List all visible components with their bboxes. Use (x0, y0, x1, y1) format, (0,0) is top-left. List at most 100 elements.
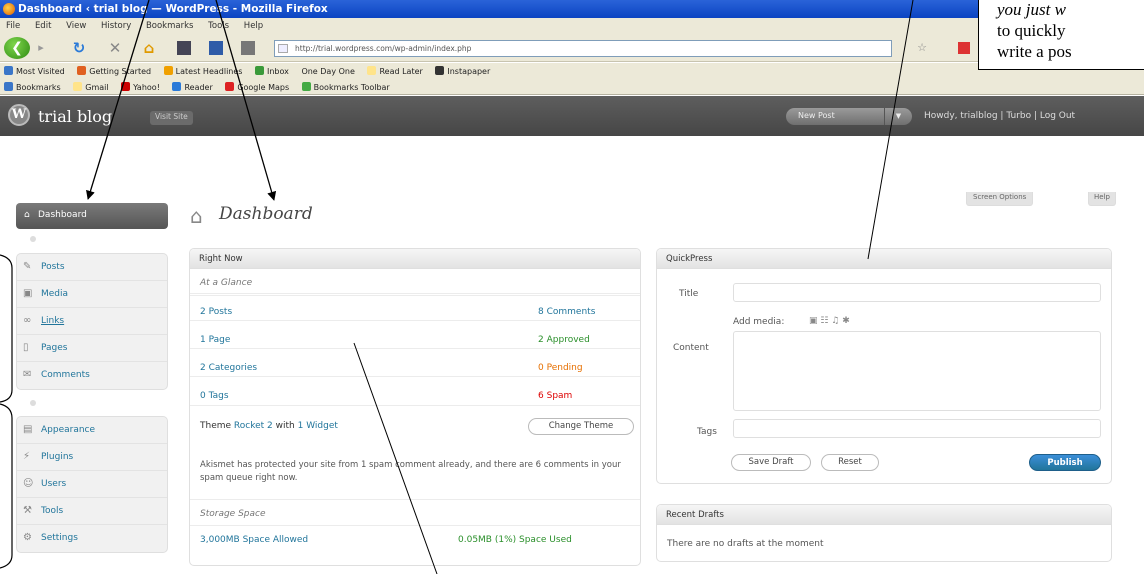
help-button[interactable]: Help (1088, 192, 1116, 206)
sidebar-item-pages[interactable]: ▯ Pages (17, 335, 167, 362)
new-post-button[interactable]: New Post ▼ (786, 108, 912, 125)
reset-button[interactable]: Reset (821, 454, 879, 471)
reload-icon[interactable]: ↻ (70, 37, 88, 59)
content-categories[interactable]: 2 Categories (200, 363, 257, 373)
firefox-icon (77, 66, 87, 75)
bookmark-item[interactable]: Yahoo! (121, 82, 160, 92)
bookmark-item[interactable]: Google Maps (225, 82, 289, 92)
storage-used[interactable]: 0.05MB (1%) Space Used (458, 535, 572, 545)
theme-info: Theme Rocket 2 with 1 Widget (200, 421, 338, 431)
user-links[interactable]: Howdy, trialblog | Turbo | Log Out (924, 111, 1075, 121)
content-posts[interactable]: 2 Posts (200, 307, 232, 317)
recent-drafts-title[interactable]: Recent Drafts (657, 505, 1111, 525)
discussion-pending[interactable]: 0 Pending (538, 363, 583, 373)
quickpress-title[interactable]: QuickPress (657, 249, 1111, 269)
bookmark-item[interactable]: Latest Headlines (163, 66, 242, 76)
forward-arrow-icon[interactable]: ▸ (34, 37, 48, 59)
toolbar-printer-icon[interactable] (238, 37, 258, 59)
annotation-callout: you just w to quickly write a pos (978, 0, 1144, 70)
title-input[interactable] (733, 283, 1101, 302)
sidebar-item-appearance[interactable]: ▤ Appearance (17, 417, 167, 444)
menu-bookmarks[interactable]: Bookmarks (146, 21, 194, 31)
bookmark-item[interactable]: Bookmarks Toolbar (301, 82, 390, 92)
save-draft-button[interactable]: Save Draft (731, 454, 811, 471)
plugins-icon: ⚡ (23, 451, 31, 462)
menu-view[interactable]: View (66, 21, 86, 31)
stop-icon[interactable]: ✕ (106, 37, 124, 59)
tags-input[interactable] (733, 419, 1101, 438)
divider (190, 405, 640, 406)
change-theme-button[interactable]: Change Theme (528, 418, 634, 435)
navigation-toolbar: ❮ ▸ ↻ ✕ ⌂ http://trial.wordpress.com/wp-… (0, 34, 1144, 62)
divider (190, 320, 640, 321)
sidebar-item-links[interactable]: ∞ Links (17, 308, 167, 335)
screen-options-button[interactable]: Screen Options (966, 192, 1034, 206)
bookmark-star-icon[interactable]: ☆ (914, 37, 930, 59)
sidebar-item-posts[interactable]: ✎ Posts (17, 254, 167, 281)
media-upload-icons[interactable]: ▣ ☷ ♫ ✱ (809, 316, 850, 326)
home-icon[interactable]: ⌂ (140, 37, 158, 59)
chevron-down-icon[interactable]: ▼ (884, 108, 912, 125)
menu-help[interactable]: Help (244, 21, 263, 31)
bookmarks-toolbar-secondary: Bookmarks Gmail Yahoo! Reader Google Map… (0, 79, 1144, 95)
sidebar-item-media[interactable]: ▣ Media (17, 281, 167, 308)
content-textarea[interactable] (733, 331, 1101, 411)
sidebar-item-tools[interactable]: ⚒ Tools (17, 498, 167, 525)
bookmark-item[interactable]: One Day One (301, 67, 354, 76)
sidebar-item-users[interactable]: ☺ Users (17, 471, 167, 498)
toolbar-notes-icon[interactable] (206, 37, 226, 59)
toolbar-app-icon[interactable] (174, 37, 194, 59)
discussion-comments[interactable]: 8 Comments (538, 307, 595, 317)
back-arrow-icon[interactable]: ❮ (4, 37, 30, 59)
right-now-title[interactable]: Right Now (190, 249, 640, 269)
sidebar-item-comments[interactable]: ✉ Comments (17, 362, 167, 389)
divider (190, 499, 640, 500)
wp-admin-header: W trial blog Visit Site New Post ▼ Howdy… (0, 96, 1144, 136)
bookmark-item[interactable]: Most Visited (4, 66, 65, 76)
visit-site-button[interactable]: Visit Site (150, 111, 193, 125)
bookmark-icon (4, 66, 13, 75)
menu-edit[interactable]: Edit (35, 21, 51, 31)
bookmark-item[interactable]: Reader (172, 82, 213, 92)
menu-history[interactable]: History (101, 21, 131, 31)
wordpress-logo-icon[interactable]: W (8, 104, 30, 126)
menu-tools[interactable]: Tools (208, 21, 229, 31)
bookmark-item[interactable]: Bookmarks (4, 82, 61, 92)
search-engine-icon[interactable] (956, 37, 972, 59)
pin-icon: ✎ (23, 261, 32, 272)
sidebar-item-settings[interactable]: ⚙ Settings (17, 525, 167, 552)
settings-icon: ⚙ (23, 532, 32, 543)
folder-icon (73, 82, 83, 91)
bookmark-icon (255, 66, 264, 75)
content-pages[interactable]: 1 Page (200, 335, 230, 345)
storage-allowed[interactable]: 3,000MB Space Allowed (200, 535, 308, 545)
address-bar[interactable]: http://trial.wordpress.com/wp-admin/inde… (274, 40, 892, 57)
tags-label: Tags (697, 427, 717, 437)
yahoo-icon (121, 82, 131, 91)
callout-line: to quickly (997, 21, 1066, 40)
firefox-icon (3, 3, 15, 15)
bookmark-item[interactable]: Getting Started (77, 66, 151, 76)
users-icon: ☺ (23, 478, 34, 489)
bookmark-item[interactable]: Read Later (367, 66, 423, 76)
theme-link[interactable]: Rocket 2 (234, 421, 273, 431)
menu-separator (30, 400, 36, 406)
pages-icon: ▯ (23, 342, 29, 353)
content-tags[interactable]: 0 Tags (200, 391, 229, 401)
bookmark-icon (4, 82, 13, 91)
discussion-approved[interactable]: 2 Approved (538, 335, 590, 345)
menu-file[interactable]: File (6, 21, 20, 31)
akismet-notice: Akismet has protected your site from 1 s… (200, 460, 621, 483)
discussion-spam[interactable]: 6 Spam (538, 391, 572, 401)
sidebar-item-plugins[interactable]: ⚡ Plugins (17, 444, 167, 471)
bookmark-item[interactable]: Instapaper (435, 66, 490, 76)
bookmark-item[interactable]: Gmail (73, 82, 109, 92)
divider (190, 376, 640, 377)
publish-button[interactable]: Publish (1029, 454, 1101, 471)
address-bar-url: http://trial.wordpress.com/wp-admin/inde… (295, 44, 472, 53)
sidebar-item-dashboard[interactable]: ⌂ Dashboard (16, 203, 168, 229)
widgets-link[interactable]: 1 Widget (298, 421, 338, 431)
bookmark-item[interactable]: Inbox (255, 66, 289, 76)
site-title[interactable]: trial blog (38, 107, 112, 126)
bracket-content-menu (0, 254, 13, 403)
